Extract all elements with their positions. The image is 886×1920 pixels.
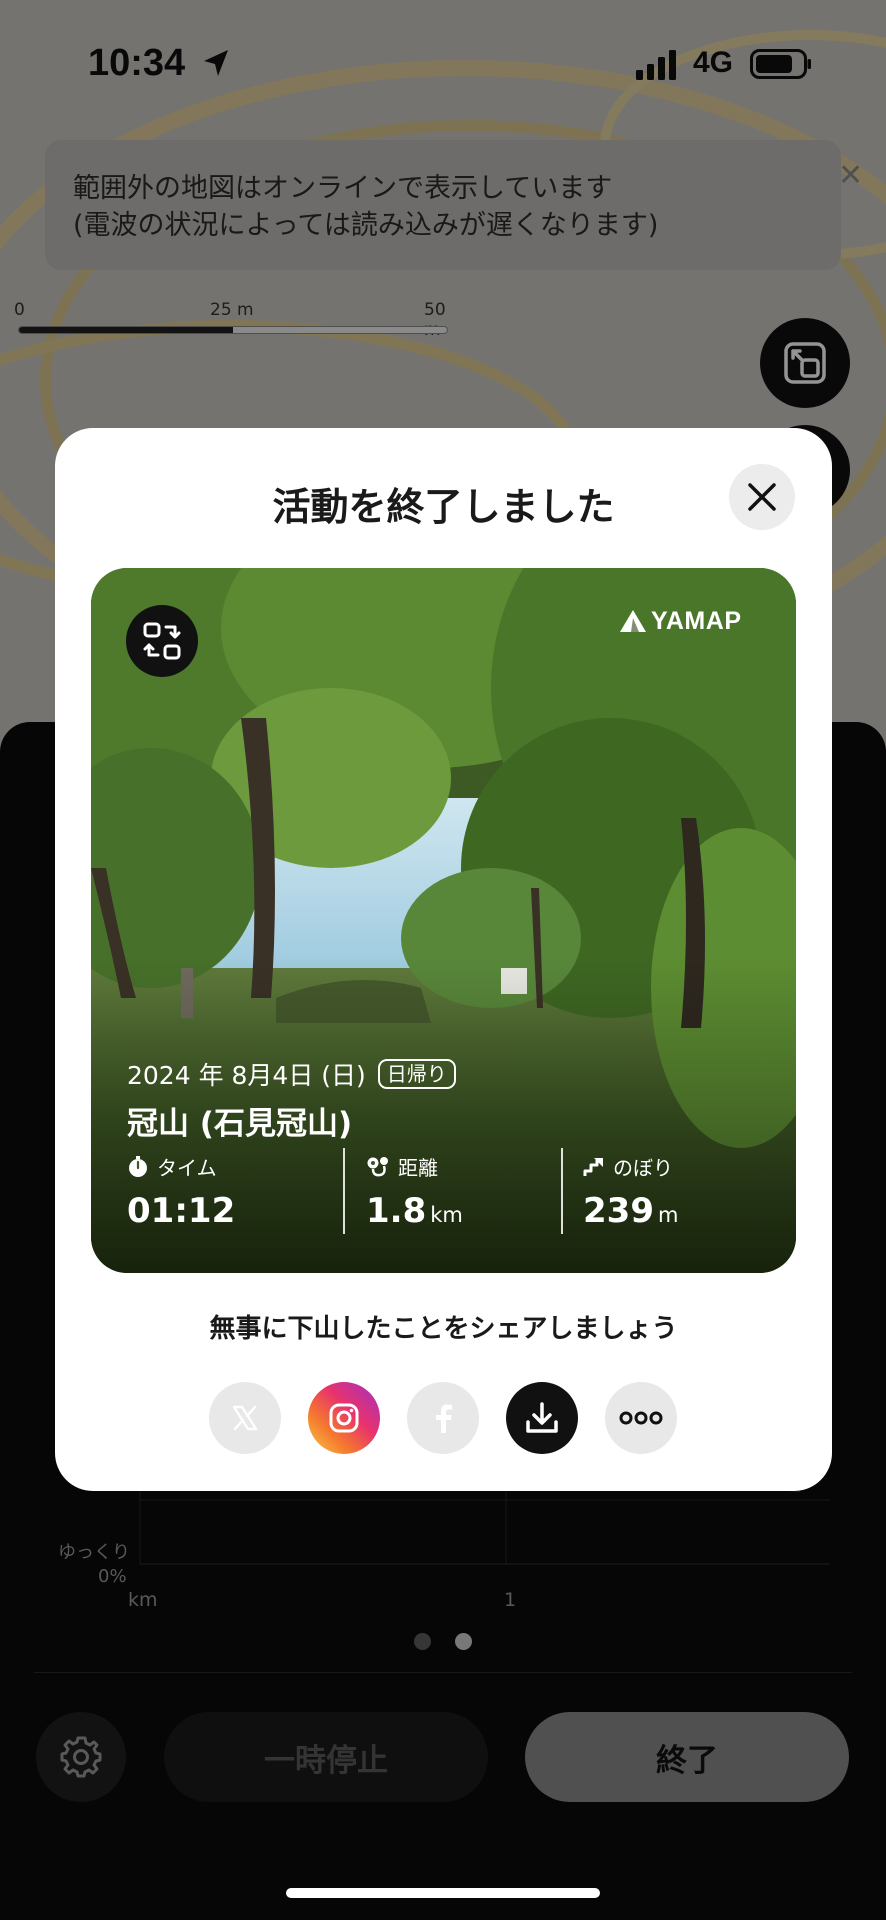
more-icon: [619, 1411, 663, 1425]
mountain-logo-icon: [620, 610, 646, 632]
stat-climb-unit: m: [657, 1203, 679, 1227]
brand-logo: YAMAP: [619, 606, 742, 636]
stat-distance-unit: km: [430, 1203, 463, 1227]
stat-distance-value: 1.8: [366, 1191, 427, 1231]
activity-finished-dialog: 活動を終了しました YAMAP 2024 年 8月4日 (日) 日帰り 冠山 (…: [55, 428, 832, 1491]
stat-divider: [561, 1148, 563, 1234]
fit-view-icon: [784, 342, 826, 384]
activity-date: 2024 年 8月4日 (日): [127, 1061, 366, 1090]
status-time: 10:34: [88, 42, 186, 84]
stat-climb-label: のぼり: [613, 1156, 673, 1180]
pace-axis-label: ゆっくり: [58, 1542, 130, 1563]
scale-label: 50 m: [424, 300, 446, 340]
trip-type-badge: 日帰り: [377, 1059, 456, 1089]
scale-track: [18, 326, 448, 334]
offline-notice-line1: 範囲外の地図はオンラインで表示しています: [73, 173, 613, 204]
status-bar: 10:34 4G: [0, 0, 886, 130]
stat-climb-value: 239: [583, 1191, 654, 1231]
download-icon: [526, 1402, 558, 1433]
pause-button[interactable]: 一時停止: [164, 1712, 488, 1802]
stopwatch-icon: [129, 1155, 147, 1177]
page-dot-active[interactable]: [455, 1633, 472, 1650]
download-image-button[interactable]: [506, 1382, 578, 1454]
map-fit-button[interactable]: [760, 318, 850, 408]
close-button[interactable]: [729, 464, 795, 530]
card-date-row: 2024 年 8月4日 (日) 日帰り: [127, 1056, 456, 1092]
settings-button[interactable]: [36, 1712, 126, 1802]
scale-fill: [19, 327, 233, 333]
share-card: YAMAP 2024 年 8月4日 (日) 日帰り 冠山 (石見冠山) タイム …: [91, 568, 796, 1273]
stat-time-value: 01:12: [127, 1191, 236, 1231]
finish-button[interactable]: 終了: [525, 1712, 849, 1802]
page-dot[interactable]: [414, 1633, 431, 1650]
stat-divider: [343, 1148, 345, 1234]
share-x-button[interactable]: [209, 1382, 281, 1454]
stat-distance-label: 距離: [398, 1156, 438, 1180]
network-type: 4G: [693, 46, 734, 79]
share-prompt: 無事に下山したことをシェアしましょう: [209, 1314, 678, 1344]
swap-layout-icon: [143, 622, 181, 660]
distance-axis-tick: 1: [504, 1589, 517, 1611]
stat-distance: 距離 1.8 km: [366, 1152, 463, 1231]
dialog-title: 活動を終了しました: [272, 485, 615, 529]
pace-axis-label: 0%: [98, 1566, 127, 1587]
route-pin-icon: [367, 1156, 388, 1176]
gear-icon: [60, 1736, 102, 1778]
share-instagram-button[interactable]: [308, 1382, 380, 1454]
map-scale-bar: 0 25 m 50 m: [14, 300, 454, 340]
close-icon: [748, 483, 776, 511]
battery-icon: [750, 49, 811, 79]
x-icon: [232, 1405, 258, 1431]
brand-name: YAMAP: [651, 606, 742, 635]
stat-climb: のぼり 239 m: [583, 1152, 678, 1231]
location-arrow-icon: [204, 50, 228, 76]
mountain-name: 冠山 (石見冠山): [127, 1106, 353, 1142]
stat-time-label: タイム: [157, 1156, 217, 1180]
ascent-icon: [583, 1157, 603, 1176]
distance-axis-unit: km: [128, 1589, 158, 1611]
swap-photo-button[interactable]: [126, 605, 198, 677]
share-facebook-button[interactable]: [407, 1382, 479, 1454]
offline-map-notice: 範囲外の地図はオンラインで表示しています (電波の状況によっては読み込みが遅くな…: [45, 140, 841, 270]
signal-bars-icon: [636, 50, 676, 80]
facebook-icon: [436, 1404, 452, 1433]
home-indicator[interactable]: [286, 1888, 600, 1898]
more-options-button[interactable]: [605, 1382, 677, 1454]
stat-time: タイム 01:12: [127, 1152, 235, 1231]
divider: [34, 1672, 852, 1673]
instagram-icon: [329, 1403, 359, 1433]
scale-label: 25 m: [210, 300, 254, 320]
scale-label: 0: [14, 300, 25, 320]
offline-notice-line2: (電波の状況によっては読み込みが遅くなります): [73, 210, 659, 241]
pace-chart: [139, 1464, 830, 1565]
page-indicator[interactable]: [414, 1633, 474, 1651]
notice-close-icon[interactable]: ✕: [838, 158, 863, 193]
